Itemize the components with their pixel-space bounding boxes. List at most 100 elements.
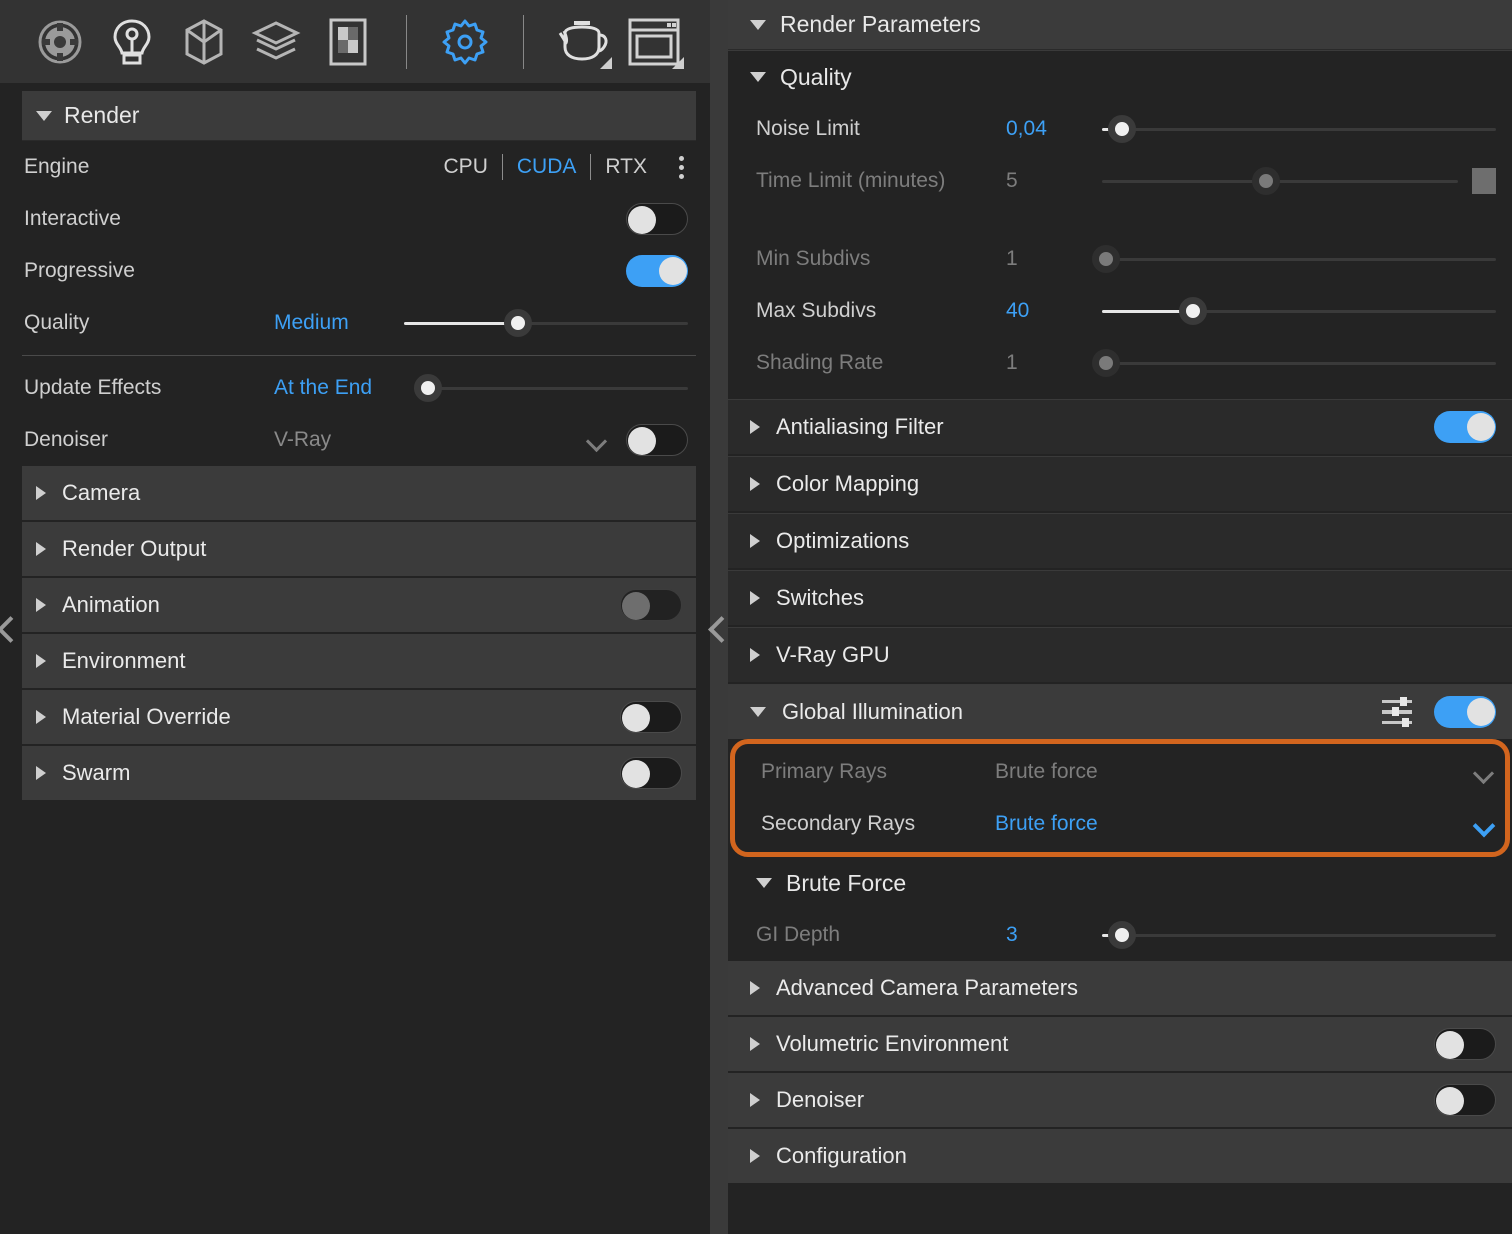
frame-buffer-icon[interactable] [618,11,690,73]
max-subdivs-slider[interactable] [1102,295,1496,327]
quality-group-header[interactable]: Quality [728,51,1512,103]
section-global-illumination[interactable]: Global Illumination [728,685,1512,739]
panel-splitter[interactable] [710,0,728,1234]
progressive-row: Progressive [22,245,696,297]
min-subdivs-value[interactable]: 1 [1006,247,1102,271]
chevron-right-icon[interactable] [750,1093,760,1107]
primary-rays-dropdown-chevron-down-icon[interactable] [1475,764,1491,780]
secondary-rays-value[interactable]: Brute force [995,812,1475,836]
antialiasing-filter-toggle[interactable] [1434,411,1496,443]
update-effects-slider[interactable] [414,372,688,404]
sidebar-section-material-override[interactable]: Material Override [22,690,696,744]
denoiser-section-toggle[interactable] [1434,1084,1496,1116]
swarm-toggle[interactable] [620,757,682,789]
shading-rate-slider[interactable] [1091,347,1496,379]
kebab-menu-icon[interactable] [675,152,688,183]
engine-option-cpu[interactable]: CPU [430,155,502,179]
section-label: Camera [62,480,141,505]
layers-icon[interactable] [240,11,312,73]
progressive-toggle[interactable] [626,255,688,287]
engine-row: Engine CPU CUDA RTX [22,141,696,193]
section-label: Swarm [62,760,131,785]
denoiser-toggle[interactable] [626,424,688,456]
section-advanced-camera-parameters[interactable]: Advanced Camera Parameters [728,961,1512,1015]
geometry-cube-icon[interactable] [168,11,240,73]
section-optimizations[interactable]: Optimizations [728,514,1512,568]
light-bulb-icon[interactable] [96,11,168,73]
global-illumination-toggle[interactable] [1434,696,1496,728]
noise-limit-value[interactable]: 0,04 [1006,117,1102,141]
section-color-mapping[interactable]: Color Mapping [728,457,1512,511]
secondary-rays-dropdown-chevron-down-icon[interactable] [1475,816,1491,832]
min-subdivs-slider[interactable] [1091,243,1496,275]
chevron-right-icon[interactable] [750,477,760,491]
chevron-down-icon[interactable] [750,19,766,30]
section-label: Denoiser [776,1087,865,1112]
collapse-right-panel-chevron-icon[interactable] [709,610,729,654]
section-volumetric-environment[interactable]: Volumetric Environment [728,1017,1512,1071]
chevron-down-icon[interactable] [750,707,766,717]
primary-rays-value[interactable]: Brute force [995,760,1475,784]
chevron-down-icon[interactable] [756,878,772,888]
section-denoiser[interactable]: Denoiser [728,1073,1512,1127]
chevron-right-icon[interactable] [750,591,760,605]
chevron-right-icon[interactable] [750,981,760,995]
engine-option-rtx[interactable]: RTX [591,155,661,179]
section-label: Material Override [62,704,231,729]
chevron-right-icon[interactable] [36,766,46,780]
texture-swatch-icon[interactable] [312,11,384,73]
section-switches[interactable]: Switches [728,571,1512,625]
quality-row: Quality Medium [22,297,696,349]
sidebar-section-render-output[interactable]: Render Output [22,522,696,576]
render-parameters-header[interactable]: Render Parameters [728,0,1512,50]
collapse-left-panel-chevron-icon[interactable] [0,610,18,654]
chevron-right-icon[interactable] [750,1037,760,1051]
render-panel-header[interactable]: Render [22,91,696,141]
chevron-right-icon[interactable] [36,486,46,500]
gi-depth-slider[interactable] [1102,919,1496,951]
stop-square-button[interactable] [1472,168,1496,194]
chevron-down-icon[interactable] [36,110,52,121]
chevron-right-icon[interactable] [36,654,46,668]
chevron-right-icon[interactable] [750,1149,760,1163]
teapot-dropdown-indicator-icon[interactable] [600,56,612,69]
time-limit-value[interactable]: 5 [1006,169,1102,193]
teapot-icon[interactable] [546,11,618,73]
engine-option-cuda[interactable]: CUDA [503,155,591,179]
sidebar-section-environment[interactable]: Environment [22,634,696,688]
denoiser-dropdown-chevron-down-icon[interactable] [588,432,604,448]
gear-icon[interactable] [429,11,501,73]
brute-force-header[interactable]: Brute Force [728,857,1512,909]
chevron-right-icon[interactable] [750,534,760,548]
time-limit-slider[interactable] [1102,165,1458,197]
sliders-icon[interactable] [1382,697,1412,727]
render-panel-title: Render [64,102,140,128]
section-antialiasing-filter[interactable]: Antialiasing Filter [728,400,1512,454]
max-subdivs-value[interactable]: 40 [1006,299,1102,323]
update-effects-value[interactable]: At the End [274,376,414,400]
shading-rate-label: Shading Rate [756,351,884,374]
framebuffer-dropdown-indicator-icon[interactable] [672,56,684,69]
denoiser-value[interactable]: V-Ray [274,428,414,452]
shading-rate-value[interactable]: 1 [1006,351,1102,375]
section-vray-gpu[interactable]: V-Ray GPU [728,628,1512,682]
interactive-toggle[interactable] [626,203,688,235]
sidebar-section-camera[interactable]: Camera [22,466,696,520]
chevron-right-icon[interactable] [36,598,46,612]
chevron-right-icon[interactable] [36,710,46,724]
volumetric-environment-toggle[interactable] [1434,1028,1496,1060]
material-sphere-icon[interactable] [24,11,96,73]
gi-depth-value[interactable]: 3 [1006,923,1102,947]
sidebar-section-animation[interactable]: Animation [22,578,696,632]
quality-slider[interactable] [404,307,688,339]
animation-toggle[interactable] [620,589,682,621]
sidebar-section-swarm[interactable]: Swarm [22,746,696,800]
chevron-down-icon[interactable] [750,72,766,82]
quality-value[interactable]: Medium [274,311,404,335]
section-configuration[interactable]: Configuration [728,1129,1512,1183]
chevron-right-icon[interactable] [750,420,760,434]
material-override-toggle[interactable] [620,701,682,733]
chevron-right-icon[interactable] [750,648,760,662]
chevron-right-icon[interactable] [36,542,46,556]
noise-limit-slider[interactable] [1102,113,1496,145]
